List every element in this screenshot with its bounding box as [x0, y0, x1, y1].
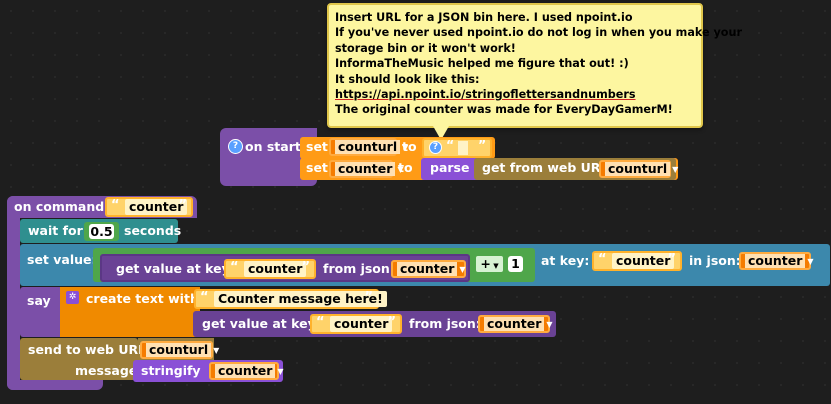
string-input[interactable] — [458, 141, 468, 155]
comment-line-7: The original counter was made for EveryD… — [335, 103, 673, 117]
chevron-down-icon: ▼ — [807, 256, 814, 266]
from-json-label: from json: — [323, 261, 395, 276]
wait-seconds-input[interactable]: 0.5 — [89, 224, 114, 239]
empty-string-block[interactable]: ? “ ” — [422, 138, 492, 158]
command-string[interactable]: “counter” — [105, 197, 193, 217]
help-icon[interactable]: ? — [429, 141, 442, 154]
seconds-label: seconds — [124, 223, 182, 238]
at-key-label: at key: — [541, 253, 590, 268]
message-label: message — [75, 363, 138, 378]
chevron-down-icon: ▼ — [546, 319, 553, 329]
get-value-at-key-label: get value at key: — [116, 261, 235, 276]
comment-line-4: InformaTheMusic helped me figure that ou… — [335, 57, 629, 71]
get-from-web-url-label: get from web URL — [482, 160, 609, 175]
on-command-footer — [7, 380, 103, 390]
key-string[interactable]: “counter” — [310, 314, 402, 334]
comment-line-1: Insert URL for a JSON bin here. I used n… — [335, 11, 633, 24]
chevron-down-icon: ▼ — [672, 164, 679, 174]
create-text-label: create text with — [86, 291, 199, 306]
get-value-at-key-label: get value at key: — [202, 316, 321, 331]
wait-for-label: wait for — [28, 223, 83, 238]
send-to-web-url-label: send to web URL — [28, 342, 147, 357]
set-value-label: set value: — [27, 252, 97, 267]
stringify-label: stringify — [141, 363, 201, 378]
say-label: say — [27, 293, 51, 308]
chevron-down-icon: ▼ — [490, 262, 499, 270]
on-command-block[interactable] — [7, 196, 20, 390]
counter-variable[interactable]: counter ▼ — [739, 252, 814, 270]
help-icon[interactable]: ? — [228, 139, 243, 154]
counter-variable[interactable]: counter ▼ — [391, 260, 466, 278]
key-string[interactable]: “counter” — [224, 259, 316, 279]
operator-dropdown[interactable]: + ▼ — [476, 256, 503, 272]
counter-variable[interactable]: counter ▼ — [209, 362, 284, 380]
parse-label: parse — [430, 160, 470, 175]
in-json-label: in json: — [689, 253, 741, 268]
to-keyword: to — [398, 160, 413, 175]
counturl-variable[interactable]: counturl ▼ — [599, 160, 678, 178]
message-string[interactable]: “Counter message here!” — [194, 289, 387, 309]
counter-variable[interactable]: counter ▼ — [478, 315, 553, 333]
add-operand-input[interactable]: 1 — [508, 256, 523, 272]
chevron-down-icon: ▼ — [277, 366, 284, 376]
from-json-label: from json: — [409, 316, 481, 331]
gear-icon[interactable]: ✲ — [66, 291, 79, 304]
set-keyword: set — [306, 160, 328, 175]
counter-variable[interactable]: counter ▼ — [329, 160, 404, 178]
comment-line-3: storage bin or it won't work! — [335, 41, 516, 55]
counturl-variable[interactable]: counturl ▼ — [329, 138, 408, 156]
at-key-string[interactable]: “counter” — [592, 251, 682, 271]
comment-line-6: https://api.npoint.io/stringoflettersand… — [335, 87, 636, 101]
comment-line-5: It should look like this: — [335, 72, 480, 86]
chevron-down-icon: ▼ — [459, 264, 466, 274]
set-keyword: set — [306, 139, 328, 154]
comment-note[interactable]: Insert URL for a JSON bin here. I used n… — [327, 3, 742, 128]
comment-line-2: If you've never used npoint.io do not lo… — [335, 26, 742, 40]
on-start-label: on start — [245, 139, 301, 154]
chevron-down-icon: ▼ — [213, 345, 220, 355]
counturl-variable[interactable]: counturl ▼ — [140, 341, 219, 359]
to-keyword: to — [402, 139, 417, 154]
on-command-label: on command — [14, 199, 105, 214]
